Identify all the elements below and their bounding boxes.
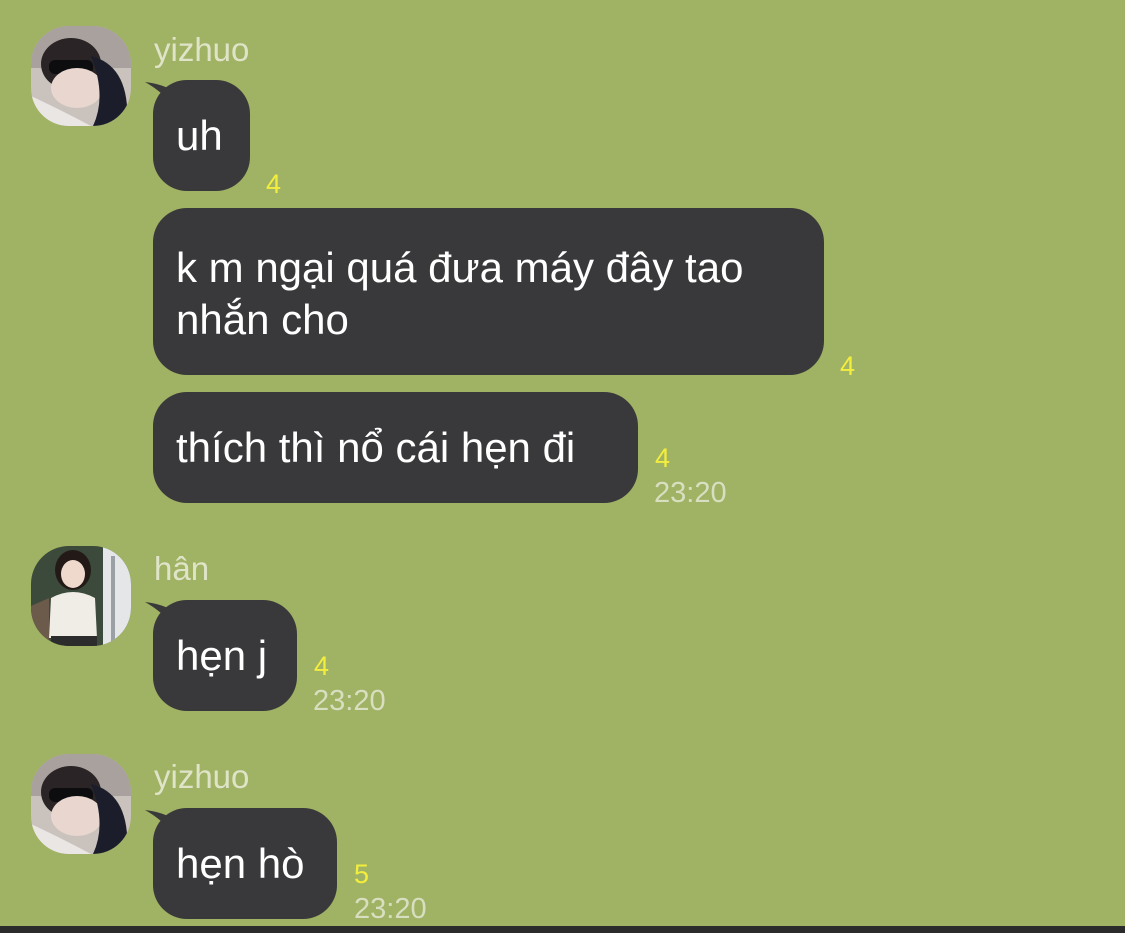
sender-name: yizhuo (154, 31, 250, 68)
message-timestamp: 23:20 (313, 685, 386, 717)
unread-count: 4 (655, 443, 671, 473)
bottom-edge-bar (0, 926, 1125, 933)
unread-count: 4 (840, 351, 856, 381)
message-bubble[interactable]: k m ngại quá đưa máy đây tao nhắn cho (153, 208, 824, 375)
message-bubble[interactable]: hẹn j (153, 600, 297, 711)
message-timestamp: 23:20 (354, 893, 427, 925)
unread-count: 4 (266, 169, 282, 199)
message-text: k m ngại quá đưa máy đây tao nhắn cho (176, 244, 744, 343)
message-bubble[interactable]: thích thì nổ cái hẹn đi (153, 392, 638, 503)
sender-name: hân (154, 550, 210, 587)
unread-count: 5 (354, 859, 370, 889)
avatar-yizhuo-icon[interactable] (31, 26, 131, 126)
message-bubble[interactable]: uh (153, 80, 250, 191)
message-text: thích thì nổ cái hẹn đi (176, 424, 576, 471)
sender-name: yizhuo (154, 758, 250, 795)
message-text: uh (176, 112, 223, 159)
message-bubble[interactable]: hẹn hò (153, 808, 337, 919)
unread-count: 4 (314, 651, 330, 681)
avatar-han-icon[interactable] (31, 546, 131, 646)
message-text: hẹn j (176, 632, 268, 679)
message-text: hẹn hò (176, 840, 305, 887)
avatar-yizhuo-icon[interactable] (31, 754, 131, 854)
message-timestamp: 23:20 (654, 477, 727, 509)
